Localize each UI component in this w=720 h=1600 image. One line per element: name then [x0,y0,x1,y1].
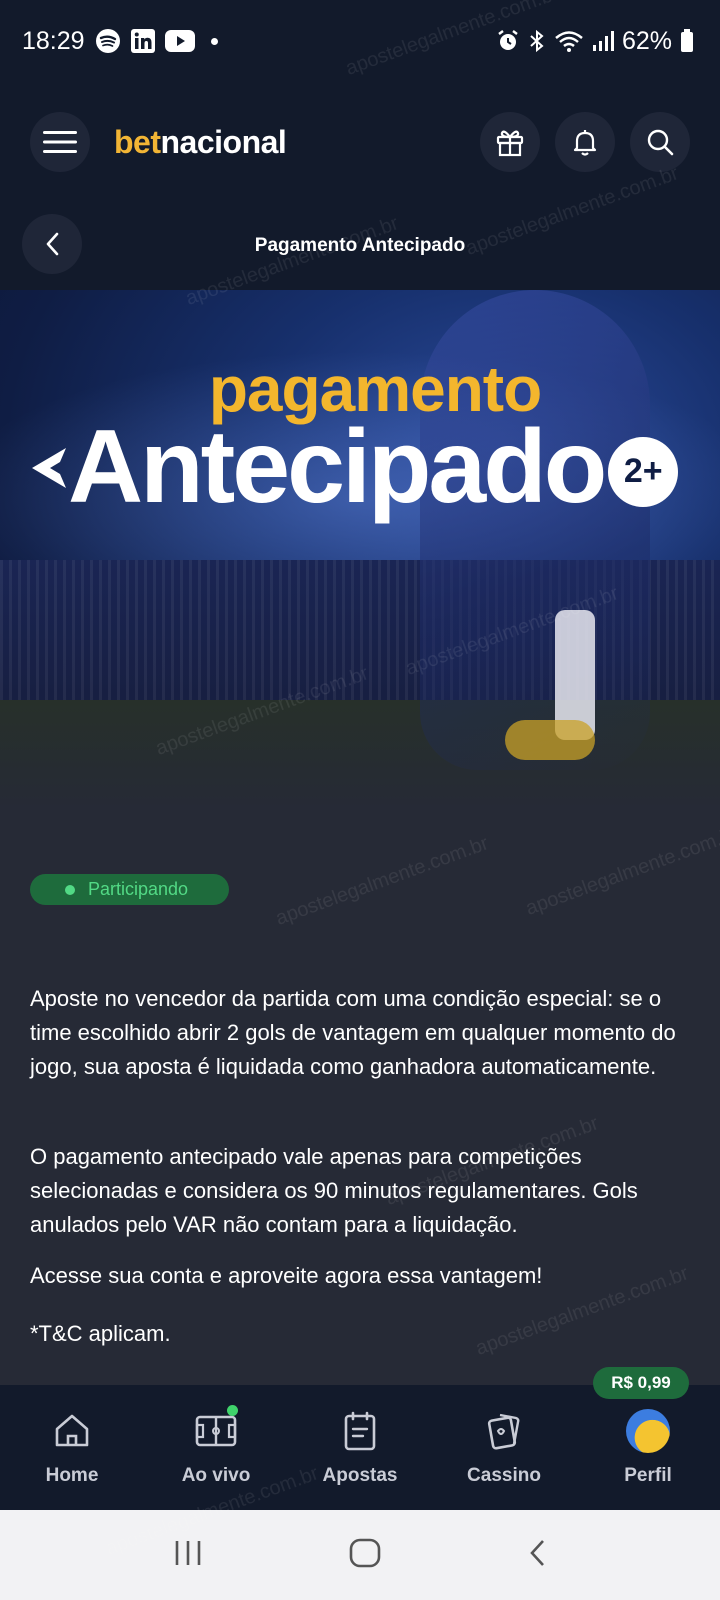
status-bar: 18:29 62% [0,0,720,82]
menu-icon [43,131,77,153]
notifications-button[interactable] [555,112,615,172]
home-system-button[interactable] [348,1538,382,1573]
nav-live[interactable]: Ao vivo [144,1385,288,1510]
gift-button[interactable] [480,112,540,172]
status-badge-label: Participando [88,879,189,899]
bets-icon [344,1411,376,1451]
banner-badge-2plus: 2+ [608,436,679,507]
promo-description-3: Acesse sua conta e aproveite agora essa … [30,1263,543,1288]
bell-icon [573,130,597,156]
status-time: 18:29 [22,26,85,55]
home-circle-icon [349,1538,381,1567]
gift-icon [496,130,524,157]
balance-badge[interactable]: R$ 0,99 [593,1367,689,1399]
app-screen: 18:29 62% betnacional Pagamento Antecipa… [0,0,720,1600]
app-header: betnacional [0,82,720,202]
banner-player-boot [505,720,595,760]
promo-banner: pagamento Antecipado 2+ [0,290,720,810]
avatar-icon [626,1409,670,1453]
home-icon [55,1414,89,1447]
linkedin-icon [130,29,155,53]
status-dot [65,885,75,895]
logo-bet: bet [114,123,161,160]
alarm-icon [496,29,520,53]
bottom-navigation: Home Ao vivo Apostas Cassino Perfil [0,1385,720,1510]
spotify-icon [95,28,121,54]
back-chevron-icon [530,1539,545,1566]
wifi-icon [554,29,584,53]
live-indicator-dot [227,1405,238,1416]
page-titlebar: Pagamento Antecipado [0,202,720,290]
system-navigation-bar [0,1510,720,1600]
terms-note: *T&C aplicam. [30,1321,171,1346]
bluetooth-icon [528,29,546,53]
back-button[interactable] [22,214,82,274]
battery-icon [680,29,694,53]
page-title: Pagamento Antecipado [254,235,466,256]
search-icon [647,129,674,156]
nav-casino-label: Cassino [467,1465,541,1486]
status-badge: Participando [30,874,229,905]
cards-icon [487,1413,520,1450]
promo-content: Participando Aposte no vencedor da parti… [0,810,720,1385]
notification-dot [210,37,218,45]
nav-live-label: Ao vivo [181,1465,251,1486]
youtube-icon [164,30,195,52]
betnacional-logo[interactable]: betnacional [114,123,287,161]
back-system-button[interactable] [527,1538,547,1573]
arrow-left-icon [32,447,66,488]
nav-home-label: Home [45,1465,99,1486]
nav-casino[interactable]: Cassino [432,1385,576,1510]
recent-apps-button[interactable] [173,1539,203,1572]
recent-apps-icon [175,1540,200,1565]
promo-description-2: O pagamento antecipado vale apenas para … [30,1144,638,1237]
menu-button[interactable] [30,112,90,172]
live-field-icon [195,1415,237,1447]
battery-percent: 62% [621,26,672,55]
nav-profile-label: Perfil [624,1465,672,1486]
banner-title-line2: Antecipado [68,409,607,525]
nav-bets[interactable]: Apostas [288,1385,432,1510]
chevron-left-icon [46,232,59,256]
signal-icon [592,30,614,52]
nav-bets-label: Apostas [322,1465,398,1486]
promo-description-1: Aposte no vencedor da partida com uma co… [30,986,676,1079]
logo-nacional: nacional [160,123,287,160]
nav-profile[interactable]: Perfil [576,1385,720,1510]
nav-home[interactable]: Home [0,1385,144,1510]
search-button[interactable] [630,112,690,172]
